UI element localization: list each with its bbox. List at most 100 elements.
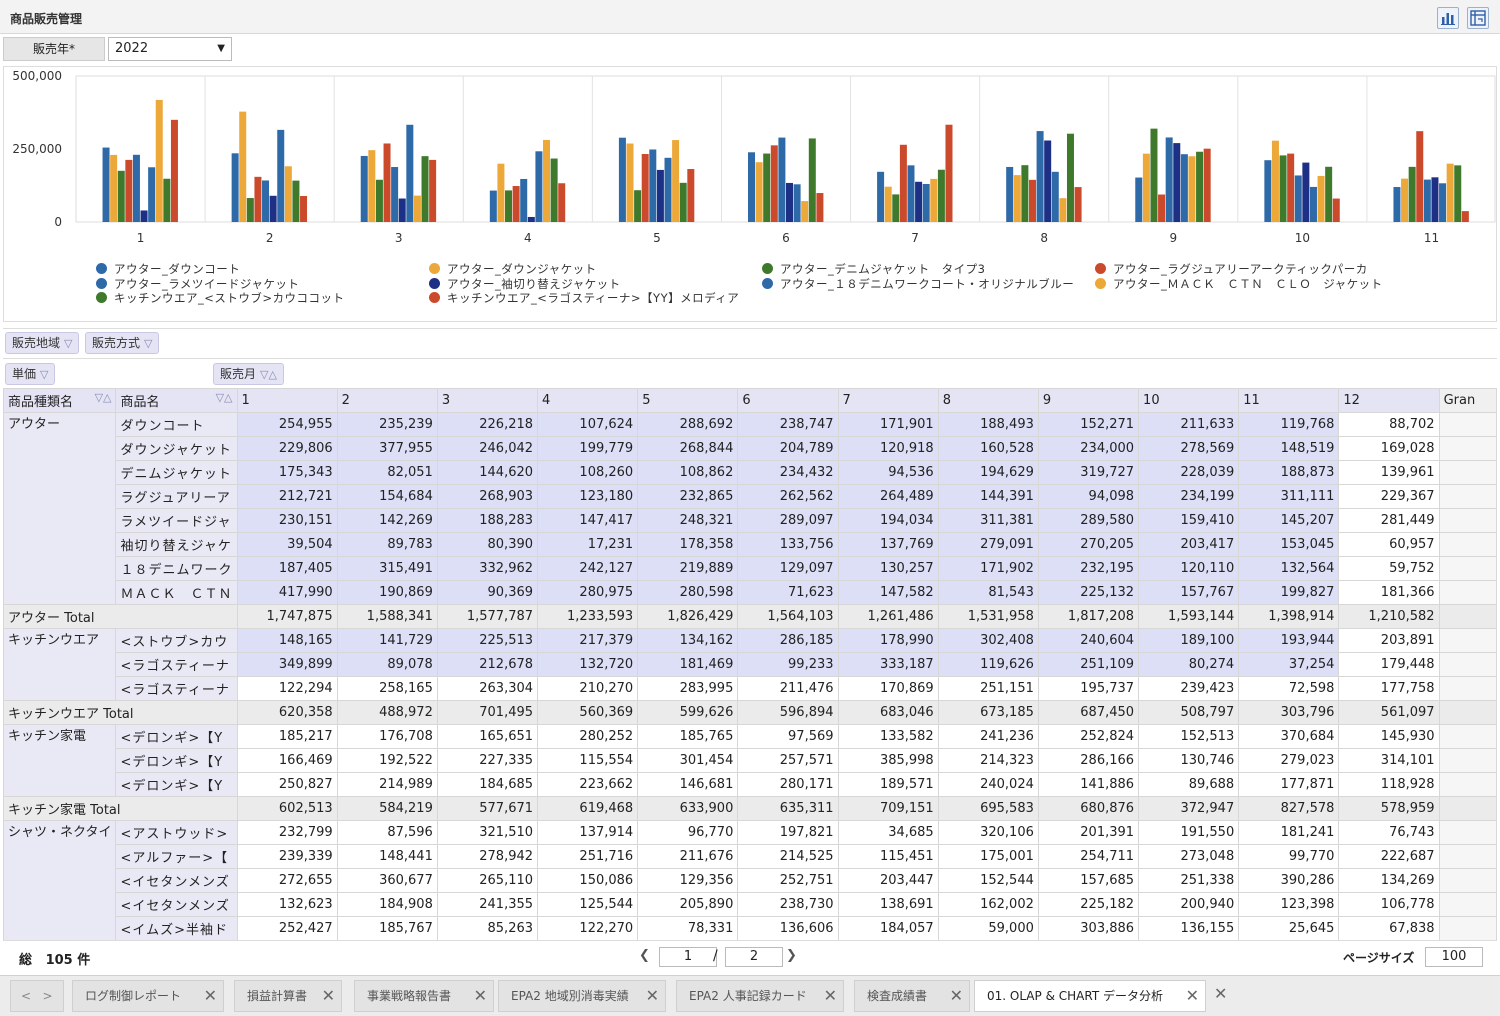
value-cell[interactable]: 80,390: [436, 532, 539, 557]
value-cell[interactable]: 619,468: [537, 796, 639, 821]
value-cell[interactable]: 89,688: [1138, 772, 1240, 797]
value-cell[interactable]: 210,270: [537, 676, 639, 701]
value-cell[interactable]: 349,899: [236, 652, 338, 677]
value-cell[interactable]: 177,871: [1238, 772, 1340, 797]
header-product-name[interactable]: 商品名 ▽△: [115, 388, 238, 413]
value-cell[interactable]: 136,606: [737, 916, 839, 940]
value-cell[interactable]: 280,252: [537, 724, 639, 749]
value-cell[interactable]: 59,752: [1338, 556, 1440, 581]
value-cell[interactable]: 187,405: [236, 556, 338, 581]
value-cell[interactable]: 119,768: [1238, 412, 1340, 437]
value-cell[interactable]: 152,544: [937, 868, 1039, 893]
value-cell[interactable]: 171,901: [837, 412, 939, 437]
value-cell[interactable]: 197,821: [737, 820, 839, 845]
header-month[interactable]: 3: [436, 388, 539, 413]
value-cell[interactable]: 199,827: [1238, 580, 1340, 605]
value-cell[interactable]: 257,571: [737, 748, 839, 773]
value-cell[interactable]: 230,151: [236, 508, 338, 533]
value-cell[interactable]: 123,398: [1238, 892, 1340, 917]
value-cell[interactable]: 118,928: [1338, 772, 1440, 797]
value-cell[interactable]: 709,151: [837, 796, 939, 821]
chevron-right-icon[interactable]: >: [43, 989, 53, 1003]
value-cell[interactable]: 311,111: [1238, 484, 1340, 509]
close-icon[interactable]: ✕: [204, 981, 217, 1011]
value-cell[interactable]: 60,957: [1338, 532, 1440, 557]
value-cell[interactable]: 185,765: [637, 724, 739, 749]
value-cell[interactable]: 303,796: [1238, 700, 1340, 725]
value-cell[interactable]: 281,449: [1338, 508, 1440, 533]
value-cell[interactable]: 90,369: [436, 580, 539, 605]
value-cell[interactable]: 1,261,486: [837, 604, 939, 629]
value-cell[interactable]: 211,476: [737, 676, 839, 701]
value-cell[interactable]: 184,908: [336, 892, 438, 917]
value-cell[interactable]: 1,588,341: [336, 604, 438, 629]
value-cell[interactable]: 211,676: [637, 844, 739, 869]
value-cell[interactable]: 107,624: [537, 412, 639, 437]
value-cell[interactable]: 372,947: [1138, 796, 1240, 821]
next-page-icon[interactable]: ❯: [786, 948, 797, 963]
value-cell[interactable]: 133,756: [737, 532, 839, 557]
value-cell[interactable]: 214,525: [737, 844, 839, 869]
document-tab[interactable]: EPA2 人事記録カード ✕: [676, 980, 844, 1012]
value-cell[interactable]: 94,536: [837, 460, 939, 485]
value-cell[interactable]: 1,593,144: [1138, 604, 1240, 629]
value-cell[interactable]: 152,513: [1138, 724, 1240, 749]
value-cell[interactable]: 181,366: [1338, 580, 1440, 605]
value-cell[interactable]: 145,930: [1338, 724, 1440, 749]
value-cell[interactable]: 217,379: [537, 628, 639, 653]
page-size-input[interactable]: 100: [1425, 947, 1483, 967]
value-cell[interactable]: 827,578: [1238, 796, 1340, 821]
value-cell[interactable]: 204,789: [737, 436, 839, 461]
value-cell[interactable]: 200,940: [1138, 892, 1240, 917]
value-cell[interactable]: 177,758: [1338, 676, 1440, 701]
header-month[interactable]: 2: [336, 388, 438, 413]
value-cell[interactable]: 115,554: [537, 748, 639, 773]
value-cell[interactable]: 239,339: [236, 844, 338, 869]
value-cell[interactable]: 280,598: [637, 580, 739, 605]
value-cell[interactable]: 199,779: [537, 436, 639, 461]
value-cell[interactable]: 148,165: [236, 628, 338, 653]
value-cell[interactable]: 1,398,914: [1238, 604, 1340, 629]
column-chip-sales-month[interactable]: 販売月 ▽△: [213, 363, 284, 385]
document-tab[interactable]: 事業戦略報告書 ✕: [354, 980, 494, 1012]
value-cell[interactable]: 321,510: [436, 820, 539, 845]
value-cell[interactable]: 97,569: [737, 724, 839, 749]
value-cell[interactable]: 184,685: [436, 772, 539, 797]
value-cell[interactable]: 88,702: [1338, 412, 1440, 437]
value-cell[interactable]: 130,257: [837, 556, 939, 581]
value-cell[interactable]: 279,023: [1238, 748, 1340, 773]
value-cell[interactable]: 170,869: [837, 676, 939, 701]
value-cell[interactable]: 76,743: [1338, 820, 1440, 845]
value-cell[interactable]: 147,582: [837, 580, 939, 605]
value-cell[interactable]: 561,097: [1338, 700, 1440, 725]
value-cell[interactable]: 620,358: [236, 700, 338, 725]
value-cell[interactable]: 178,358: [637, 532, 739, 557]
header-month[interactable]: 4: [537, 388, 639, 413]
value-cell[interactable]: 286,185: [737, 628, 839, 653]
value-cell[interactable]: 268,844: [637, 436, 739, 461]
value-cell[interactable]: 1,747,875: [236, 604, 338, 629]
value-cell[interactable]: 195,737: [1037, 676, 1140, 701]
filter-sort-icon[interactable]: ▽△: [216, 391, 233, 404]
header-month[interactable]: 9: [1037, 388, 1140, 413]
value-cell[interactable]: 203,891: [1338, 628, 1440, 653]
document-tab[interactable]: 01. OLAP & CHART データ分析 ✕: [974, 980, 1206, 1012]
value-cell[interactable]: 190,869: [336, 580, 438, 605]
value-cell[interactable]: 37,254: [1238, 652, 1340, 677]
current-page-input[interactable]: 1: [659, 947, 717, 967]
value-cell[interactable]: 390,286: [1238, 868, 1340, 893]
value-cell[interactable]: 251,151: [937, 676, 1039, 701]
value-cell[interactable]: 120,110: [1138, 556, 1240, 581]
chart-view-icon[interactable]: [1437, 7, 1459, 29]
close-icon[interactable]: ✕: [824, 981, 837, 1011]
value-cell[interactable]: 239,423: [1138, 676, 1240, 701]
header-month[interactable]: 12: [1338, 388, 1440, 413]
close-icon[interactable]: ✕: [950, 981, 963, 1011]
value-cell[interactable]: 225,182: [1037, 892, 1140, 917]
value-cell[interactable]: 577,671: [436, 796, 539, 821]
value-cell[interactable]: 17,231: [537, 532, 639, 557]
value-cell[interactable]: 232,865: [637, 484, 739, 509]
value-cell[interactable]: 673,185: [937, 700, 1039, 725]
value-cell[interactable]: 108,260: [537, 460, 639, 485]
value-cell[interactable]: 160,528: [937, 436, 1039, 461]
